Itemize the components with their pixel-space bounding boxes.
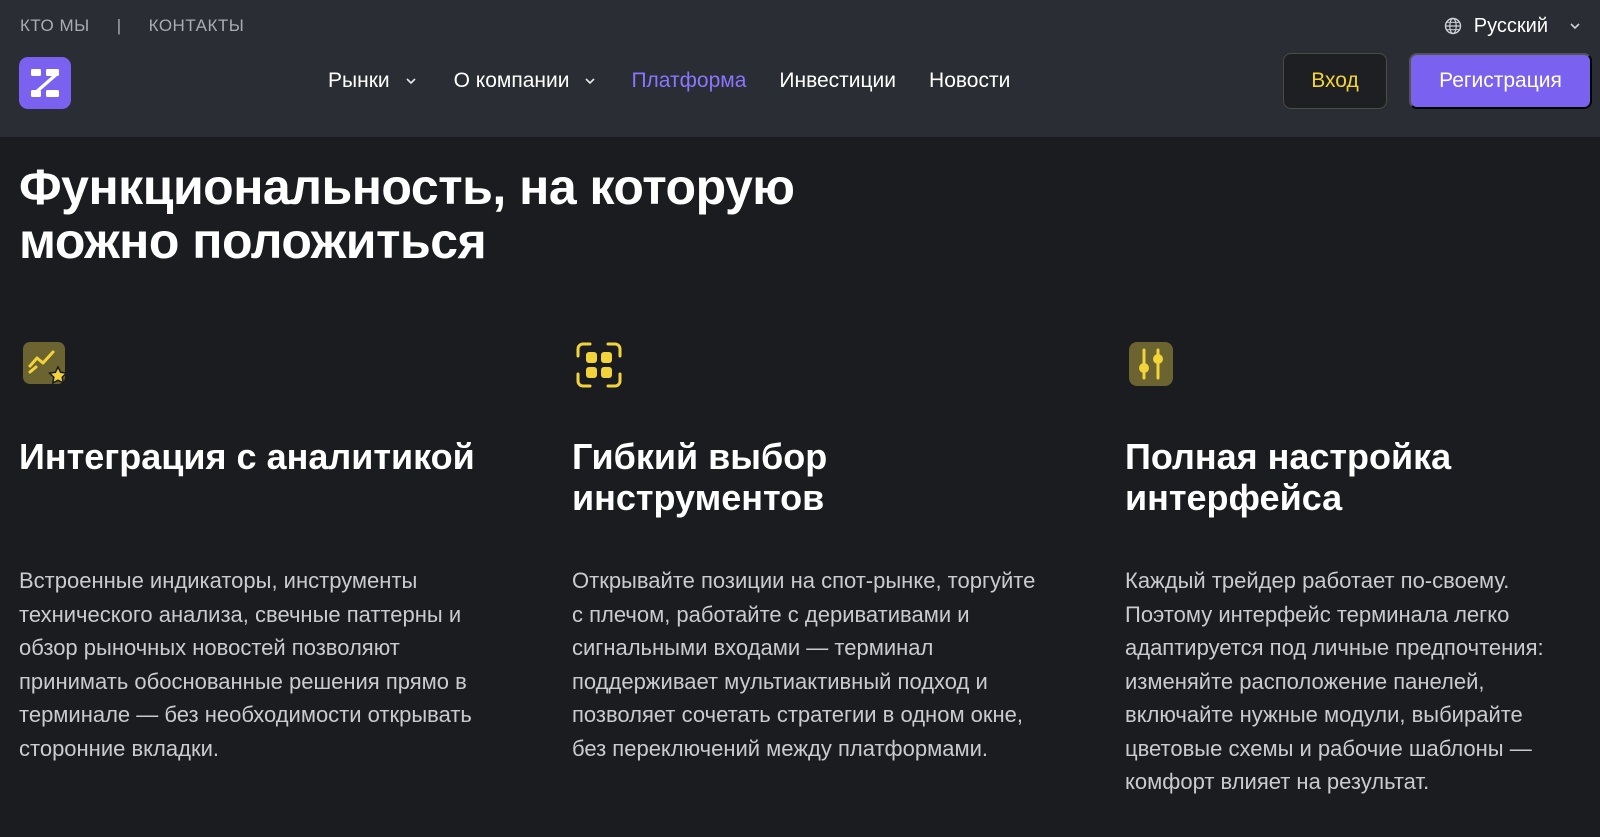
sliders-icon — [1129, 342, 1173, 386]
globe-icon — [1444, 17, 1461, 35]
language-selector[interactable]: Русский — [1444, 12, 1582, 40]
feature-description: Каждый трейдер работает по-своему. Поэто… — [1125, 568, 1544, 794]
feature-description: Открывайте позиции на спот-рынке, торгуй… — [572, 568, 1036, 761]
main-nav: Рынки О компании Платформа Инвестиции Но… — [328, 66, 1010, 96]
top-links: КТО МЫ | КОНТАКТЫ — [20, 14, 244, 38]
analytics-chart-star-icon — [23, 342, 69, 385]
brand-logo[interactable] — [19, 57, 71, 109]
grid-scan-icon — [576, 342, 622, 388]
register-button[interactable]: Регистрация — [1409, 53, 1592, 109]
nav-news[interactable]: Новости — [929, 69, 1010, 93]
site-header: КТО МЫ | КОНТАКТЫ Русский Рынки О компан… — [0, 0, 1600, 137]
feature-description: Встроенные индикаторы, инструменты техни… — [19, 568, 472, 761]
features-section: Интеграция с аналитикой Встроенные индик… — [0, 340, 1600, 837]
nav-investments[interactable]: Инвестиции — [779, 69, 896, 93]
nav-investments-label: Инвестиции — [779, 69, 897, 92]
nav-markets-label: Рынки — [328, 69, 390, 92]
feature-title: Гибкий выбор инструментов — [572, 436, 828, 518]
feature-title: Интеграция с аналитикой — [19, 436, 475, 477]
about-link[interactable]: КТО МЫ — [20, 16, 90, 36]
chevron-down-icon — [585, 78, 596, 85]
nav-company[interactable]: О компании — [454, 69, 598, 93]
nav-platform-label: Платформа — [631, 69, 747, 92]
contacts-link[interactable]: КОНТАКТЫ — [149, 16, 245, 36]
nav-platform[interactable]: Платформа — [631, 69, 746, 93]
page-headline: Функциональность, на которую можно полож… — [19, 159, 795, 269]
feature-title: Полная настройка интерфейса — [1125, 436, 1452, 518]
nav-company-label: О компании — [453, 69, 570, 92]
brand-logo-icon — [31, 69, 59, 97]
top-links-separator: | — [116, 16, 122, 35]
login-button[interactable]: Вход — [1283, 53, 1387, 109]
chevron-down-icon — [1570, 23, 1580, 30]
chevron-down-icon — [406, 78, 416, 85]
nav-markets[interactable]: Рынки — [328, 69, 418, 93]
language-label: Русский — [1473, 14, 1548, 37]
nav-news-label: Новости — [929, 69, 1011, 92]
